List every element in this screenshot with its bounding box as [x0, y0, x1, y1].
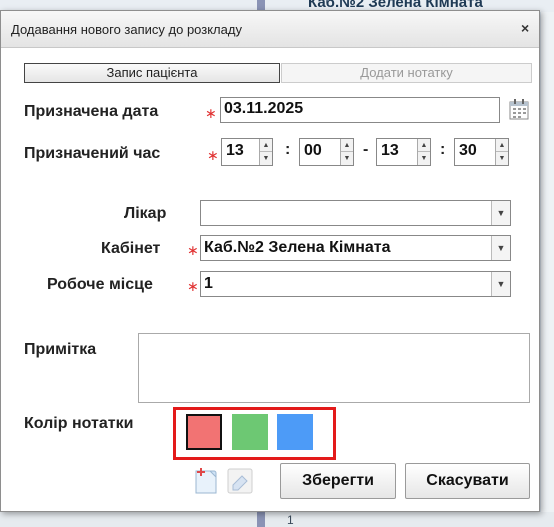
time-colon: :	[285, 141, 291, 158]
spinner-down-icon[interactable]: ▼	[418, 152, 430, 165]
required-mark: ∗	[205, 105, 217, 121]
background-divider-bottom	[257, 512, 265, 527]
spinner-down-icon[interactable]: ▼	[496, 152, 508, 165]
cabinet-value: Каб.№2 Зелена Кімната	[204, 239, 391, 256]
cabinet-select[interactable]: Каб.№2 Зелена Кімната ▼	[200, 235, 511, 261]
spinner-arrows[interactable]: ▲ ▼	[340, 139, 353, 165]
tab-patient-record[interactable]: Запис пацієнта	[24, 63, 280, 83]
background-bottom	[0, 512, 554, 527]
workplace-label: Робоче місце	[47, 276, 153, 293]
color-swatch-red[interactable]	[186, 414, 222, 450]
required-mark: ∗	[187, 242, 199, 258]
spinner-up-icon[interactable]: ▲	[260, 139, 272, 152]
doctor-label: Лікар	[124, 205, 167, 222]
end-minute-spinner[interactable]: 30 ▲ ▼	[454, 138, 509, 166]
start-minute-spinner[interactable]: 00 ▲ ▼	[299, 138, 354, 166]
dialog-title: Додавання нового запису до розкладу	[11, 22, 242, 37]
cabinet-label: Кабінет	[101, 240, 161, 257]
workplace-select[interactable]: 1 ▼	[200, 271, 511, 297]
spinner-up-icon[interactable]: ▲	[418, 139, 430, 152]
note-textarea[interactable]	[138, 333, 530, 403]
eraser-icon[interactable]	[225, 466, 255, 496]
spinner-arrows[interactable]: ▲ ▼	[495, 139, 508, 165]
add-appointment-dialog: Додавання нового запису до розкладу × За…	[0, 10, 540, 512]
spinner-arrows[interactable]: ▲ ▼	[259, 139, 272, 165]
tab-add-note[interactable]: Додати нотатку	[281, 63, 532, 83]
workplace-value: 1	[204, 275, 213, 292]
doctor-select[interactable]: ▼	[200, 200, 511, 226]
calendar-icon[interactable]	[509, 99, 529, 121]
save-button[interactable]: Зберегти	[280, 463, 396, 499]
background-bottom-text: 1	[287, 513, 294, 527]
end-minute-value: 30	[459, 142, 477, 159]
background-right	[541, 12, 554, 512]
cancel-button[interactable]: Скасувати	[405, 463, 530, 499]
note-color-label: Колір нотатки	[24, 415, 134, 432]
color-swatch-green[interactable]	[232, 414, 268, 450]
time-label: Призначений час	[24, 145, 161, 162]
note-label: Примітка	[24, 341, 97, 358]
chevron-down-icon[interactable]: ▼	[491, 236, 510, 260]
start-minute-value: 00	[304, 142, 322, 159]
dialog-title-bar[interactable]: Додавання нового запису до розкладу ×	[1, 11, 539, 48]
date-label: Призначена дата	[24, 103, 159, 120]
spinner-up-icon[interactable]: ▲	[496, 139, 508, 152]
time-dash: -	[363, 141, 369, 158]
required-mark: ∗	[187, 278, 199, 294]
spinner-arrows[interactable]: ▲ ▼	[417, 139, 430, 165]
chevron-down-icon[interactable]: ▼	[491, 272, 510, 296]
end-hour-spinner[interactable]: 13 ▲ ▼	[376, 138, 431, 166]
add-document-icon[interactable]	[191, 466, 221, 496]
time-colon: :	[440, 141, 446, 158]
end-hour-value: 13	[381, 142, 399, 159]
color-swatch-blue[interactable]	[277, 414, 313, 450]
spinner-down-icon[interactable]: ▼	[260, 152, 272, 165]
start-hour-spinner[interactable]: 13 ▲ ▼	[221, 138, 273, 166]
spinner-down-icon[interactable]: ▼	[341, 152, 353, 165]
date-field[interactable]: 03.11.2025	[220, 97, 500, 123]
close-icon[interactable]: ×	[521, 20, 529, 36]
chevron-down-icon[interactable]: ▼	[491, 201, 510, 225]
start-hour-value: 13	[226, 142, 244, 159]
required-mark: ∗	[207, 147, 219, 163]
spinner-up-icon[interactable]: ▲	[341, 139, 353, 152]
